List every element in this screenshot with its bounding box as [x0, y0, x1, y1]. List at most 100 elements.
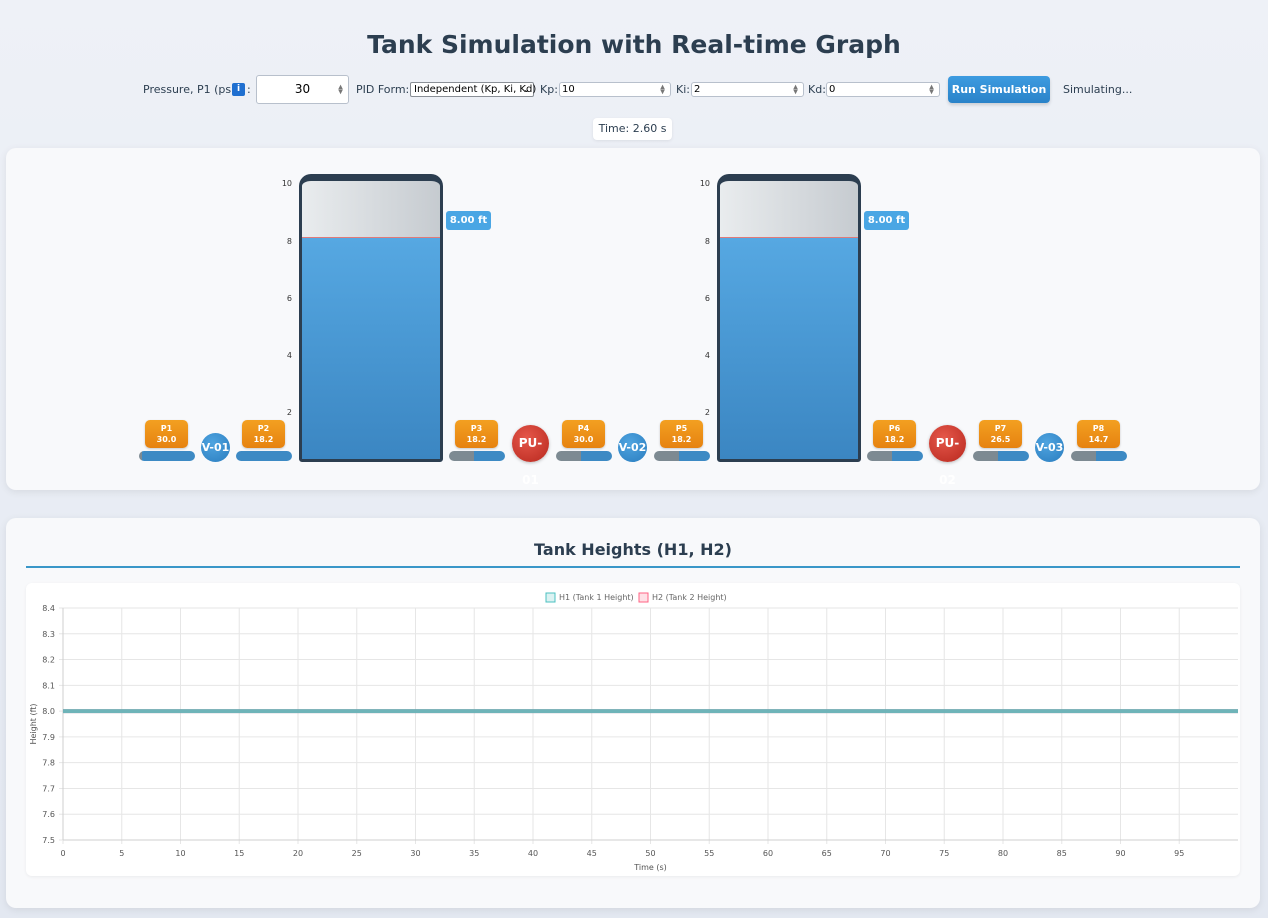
chevron-down-icon: ⌄	[523, 85, 530, 94]
tank-2-water	[720, 236, 858, 459]
pressure-label: Pressure, P1 (psi)	[143, 83, 239, 96]
pipe-p7	[973, 451, 1029, 461]
x-tick-label: 90	[1115, 849, 1125, 858]
x-tick-label: 30	[410, 849, 420, 858]
kp-input[interactable]: 10 ▲ ▼	[559, 82, 671, 97]
pipe-p4	[556, 451, 612, 461]
x-tick-label: 10	[175, 849, 185, 858]
tank-panel: 10 8 6 4 2 8.00 ft 10 8 6 4 2 8.00 ft P1…	[6, 148, 1260, 490]
pressure-value: 30	[294, 82, 311, 96]
pipe-p3	[449, 451, 505, 461]
ki-input[interactable]: 2 ▲ ▼	[691, 82, 804, 97]
x-tick-label: 5	[119, 849, 124, 858]
tank1-tick-4: 4	[286, 351, 292, 360]
x-tick-label: 65	[822, 849, 832, 858]
legend-swatch-2	[638, 592, 649, 603]
pressure-badge-p8: P8 14.7	[1077, 420, 1120, 448]
kp-spinner-icon[interactable]: ▲ ▼	[658, 84, 667, 95]
tank-2-level-badge: 8.00 ft	[864, 211, 909, 230]
y-tick-label: 7.8	[42, 759, 55, 768]
pressure-badge-p5: P5 18.2	[660, 420, 703, 448]
chart-title: Tank Heights (H1, H2)	[534, 540, 732, 559]
ki-spinner-icon[interactable]: ▲ ▼	[791, 84, 800, 95]
info-icon[interactable]: i	[232, 83, 245, 96]
x-tick-label: 35	[469, 849, 479, 858]
pressure-badge-p6: P6 18.2	[873, 420, 916, 448]
y-tick-label: 7.7	[42, 784, 55, 793]
pump-pu01[interactable]: PU-01	[512, 425, 549, 487]
pressure-input[interactable]: 30 ▲ ▼	[256, 75, 349, 104]
page-title: Tank Simulation with Real-time Graph	[367, 30, 901, 59]
pid-form-value: Independent (Kp, Ki, Kd)	[414, 84, 537, 95]
pressure-badge-p1: P1 30.0	[145, 420, 188, 448]
chart-panel: Tank Heights (H1, H2) 7.5 7.6 7.7 7.8 7.9 8.0…	[6, 518, 1260, 908]
chart-container: 7.5 7.6 7.7 7.8 7.9 8.0 8.1 8.2 8.3 8.4 0 5 10 15 20 25…	[26, 583, 1240, 876]
pressure-badge-p3: P3 18.2	[455, 420, 498, 448]
tank2-tick-4: 4	[704, 351, 710, 360]
x-tick-label: 85	[1057, 849, 1067, 858]
y-tick-label: 8.3	[42, 630, 55, 639]
kd-spinner-icon[interactable]: ▲ ▼	[927, 84, 936, 95]
x-tick-label: 80	[998, 849, 1008, 858]
controls-bar: Pressure, P1 (psi) i : 30 ▲ ▼ PID Form: I…	[0, 75, 1268, 105]
y-tick-label: 7.6	[42, 810, 55, 819]
x-tick-label: 40	[528, 849, 538, 858]
tank1-tick-6: 6	[286, 294, 292, 303]
y-tick-label: 8.0	[42, 707, 55, 716]
kd-input[interactable]: 0 ▲ ▼	[826, 82, 940, 97]
x-tick-label: 55	[704, 849, 714, 858]
pump-pu02[interactable]: PU-02	[929, 425, 966, 487]
tank-2	[717, 174, 861, 462]
pressure-colon: :	[247, 83, 251, 96]
tank1-tick-10: 10	[281, 179, 292, 188]
x-tick-label: 45	[587, 849, 597, 858]
tank1-tick-8: 8	[286, 237, 292, 246]
y-tick-label: 7.9	[42, 733, 55, 742]
pipe-p5	[654, 451, 710, 461]
simulation-status: Simulating...	[1063, 83, 1133, 96]
y-tick-label: 8.2	[42, 656, 55, 665]
time-display: Time: 2.60 s	[593, 118, 672, 140]
x-tick-label: 70	[880, 849, 890, 858]
y-tick-label: 8.4	[42, 604, 55, 613]
pressure-badge-p7: P7 26.5	[979, 420, 1022, 448]
x-tick-label: 50	[645, 849, 655, 858]
pipe-p1	[139, 451, 195, 461]
pipe-p8	[1071, 451, 1127, 461]
pid-form-label: PID Form:	[356, 83, 410, 96]
x-tick-label: 95	[1174, 849, 1184, 858]
y-axis-label: Height (ft)	[29, 703, 38, 744]
tank2-tick-8: 8	[704, 237, 710, 246]
ki-value: 2	[694, 84, 701, 95]
kd-value: 0	[829, 84, 836, 95]
x-tick-label: 25	[352, 849, 362, 858]
tank-heights-chart: 7.5 7.6 7.7 7.8 7.9 8.0 8.1 8.2 8.3 8.4 0 5 10 15 20 25…	[29, 592, 1238, 872]
pipe-p2	[236, 451, 292, 461]
tank-1-level-badge: 8.00 ft	[446, 211, 491, 230]
legend-label-1: H1 (Tank 1 Height)	[559, 593, 634, 602]
tank2-tick-2: 2	[704, 408, 710, 417]
tank2-tick-6: 6	[704, 294, 710, 303]
tank1-tick-2: 2	[286, 408, 292, 417]
valve-v02[interactable]: V-02	[618, 433, 647, 462]
ki-label: Ki:	[676, 83, 690, 96]
x-tick-label: 15	[234, 849, 244, 858]
x-tick-label: 60	[763, 849, 773, 858]
x-axis-label: Time (s)	[633, 863, 667, 872]
pressure-badge-p2: P2 18.2	[242, 420, 285, 448]
tank-1-water	[302, 236, 440, 459]
chart-title-divider	[26, 566, 1240, 568]
y-tick-label: 7.5	[42, 836, 55, 845]
pressure-badge-p4: P4 30.0	[562, 420, 605, 448]
pressure-spinner-icon[interactable]: ▲ ▼	[336, 84, 345, 95]
kp-value: 10	[562, 84, 575, 95]
kd-label: Kd:	[808, 83, 826, 96]
legend-label-2: H2 (Tank 2 Height)	[652, 593, 727, 602]
run-simulation-button[interactable]: Run Simulation	[948, 76, 1050, 103]
valve-v01[interactable]: V-01	[201, 433, 230, 462]
x-tick-label: 20	[293, 849, 303, 858]
valve-v03[interactable]: V-03	[1035, 433, 1064, 462]
x-tick-label: 75	[939, 849, 949, 858]
y-tick-label: 8.1	[42, 681, 55, 690]
pid-form-select[interactable]: Independent (Kp, Ki, Kd) ⌄	[410, 82, 537, 97]
